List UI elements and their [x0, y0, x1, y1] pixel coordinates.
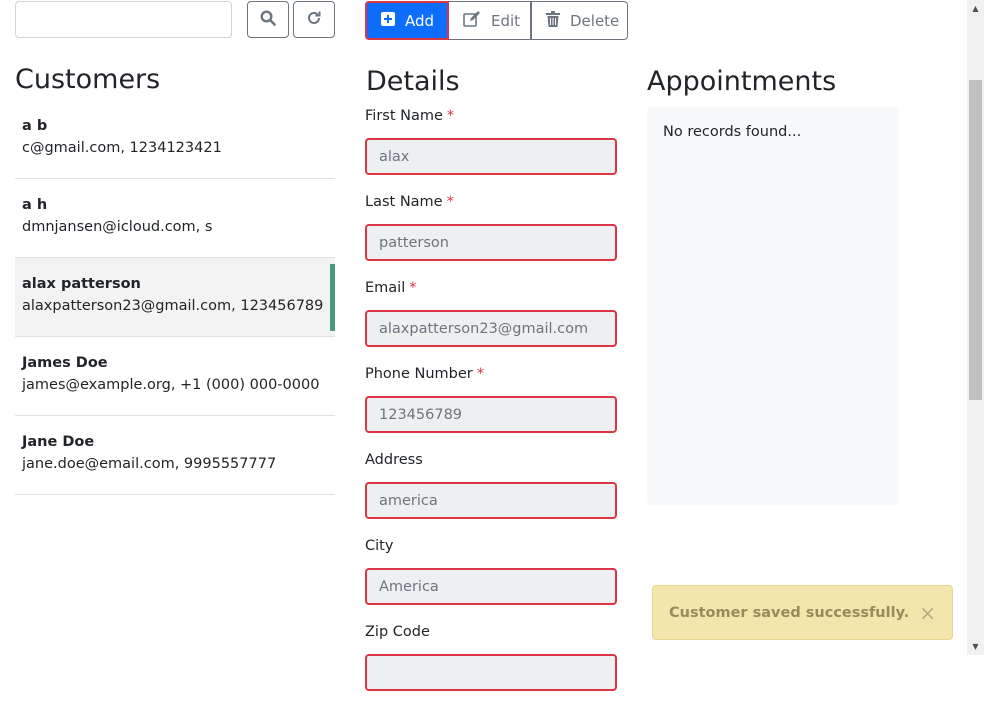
scrollbar-thumb[interactable] [969, 80, 982, 400]
customer-name: a b [22, 118, 48, 134]
address-field: Address [365, 452, 617, 538]
required-marker: * [446, 194, 454, 210]
customer-list-item[interactable]: James Doe james@example.org, +1 (000) 00… [15, 337, 335, 416]
customer-name: a h [22, 197, 48, 213]
customer-list: a b c@gmail.com, 1234123421 a h dmnjanse… [15, 100, 335, 495]
customer-list-item[interactable]: a b c@gmail.com, 1234123421 [15, 100, 335, 179]
toast-message: Customer saved successfully. [669, 604, 910, 621]
customer-list-item-selected[interactable]: alax patterson alaxpatterson23@gmail.com… [15, 258, 335, 337]
search-input[interactable] [15, 1, 232, 38]
empty-state-text: No records found... [663, 124, 802, 140]
address-label-row: Address [365, 452, 617, 472]
zip-code-label-row: Zip Code [365, 624, 617, 644]
edit-button-label: Edit [491, 11, 521, 30]
required-marker: * [409, 280, 417, 296]
required-marker: * [476, 366, 485, 382]
phone-number-input[interactable] [365, 396, 617, 433]
refresh-button[interactable] [293, 1, 335, 38]
customer-name: Jane Doe [22, 434, 95, 450]
close-icon[interactable]: × [919, 601, 936, 625]
delete-button-label: Delete [570, 11, 620, 30]
add-button[interactable]: Add [365, 1, 449, 40]
field-label: First Name [365, 108, 443, 124]
city-field: City [365, 538, 617, 624]
edit-button[interactable]: Edit [449, 1, 531, 40]
selected-indicator [330, 264, 335, 331]
details-heading: Details [366, 66, 460, 97]
field-label: Last Name [365, 194, 443, 210]
customer-list-item[interactable]: a h dmnjansen@icloud.com, s [15, 179, 335, 258]
field-label: Email [365, 280, 406, 296]
zip-code-input[interactable] [365, 654, 617, 691]
phone-number-field: Phone Number * [365, 366, 617, 452]
delete-button[interactable]: Delete [531, 1, 628, 40]
action-toolbar: Add Edit Delete [365, 1, 628, 40]
address-input[interactable] [365, 482, 617, 519]
customer-contact: jane.doe@email.com, 9995557777 [22, 456, 277, 472]
field-label: Address [365, 452, 423, 468]
email-field: Email * [365, 280, 617, 366]
field-label: City [365, 538, 394, 554]
scroll-down-arrow-icon[interactable]: ▼ [967, 638, 984, 655]
email-label-row: Email * [365, 280, 617, 300]
customer-contact: alaxpatterson23@gmail.com, 123456789 [22, 298, 324, 314]
customer-contact: james@example.org, +1 (000) 000-0000 [22, 377, 320, 393]
appointments-heading: Appointments [647, 66, 837, 97]
zip-code-field: Zip Code [365, 624, 617, 710]
field-label: Phone Number [365, 366, 473, 382]
phone-number-label-row: Phone Number * [365, 366, 617, 386]
edit-icon [463, 10, 481, 31]
field-label: Zip Code [365, 624, 430, 640]
required-marker: * [446, 108, 455, 124]
appointments-panel: No records found... [647, 106, 899, 505]
last-name-input[interactable] [365, 224, 617, 261]
customer-list-item[interactable]: Jane Doe jane.doe@email.com, 9995557777 [15, 416, 335, 495]
refresh-icon [306, 10, 322, 29]
customer-name: alax patterson [22, 276, 141, 292]
customer-details-form: First Name * Last Name * Email * Phone N… [365, 108, 617, 710]
customer-name: James Doe [22, 355, 108, 371]
plus-square-icon [381, 11, 395, 30]
last-name-field: Last Name * [365, 194, 617, 280]
first-name-input[interactable] [365, 138, 617, 175]
scroll-up-arrow-icon[interactable]: ▲ [967, 0, 984, 17]
customers-heading: Customers [15, 64, 161, 95]
city-label-row: City [365, 538, 617, 558]
city-input[interactable] [365, 568, 617, 605]
email-input[interactable] [365, 310, 617, 347]
customer-contact: c@gmail.com, 1234123421 [22, 140, 222, 156]
first-name-label-row: First Name * [365, 108, 617, 128]
last-name-label-row: Last Name * [365, 194, 617, 214]
customer-contact: dmnjansen@icloud.com, s [22, 219, 213, 235]
add-button-label: Add [405, 11, 435, 30]
search-icon [260, 10, 276, 29]
success-toast: Customer saved successfully. × [652, 585, 953, 640]
search-button[interactable] [247, 1, 289, 38]
trash-icon [546, 10, 560, 31]
first-name-field: First Name * [365, 108, 617, 194]
page-scrollbar[interactable]: ▲ ▼ [967, 0, 984, 655]
